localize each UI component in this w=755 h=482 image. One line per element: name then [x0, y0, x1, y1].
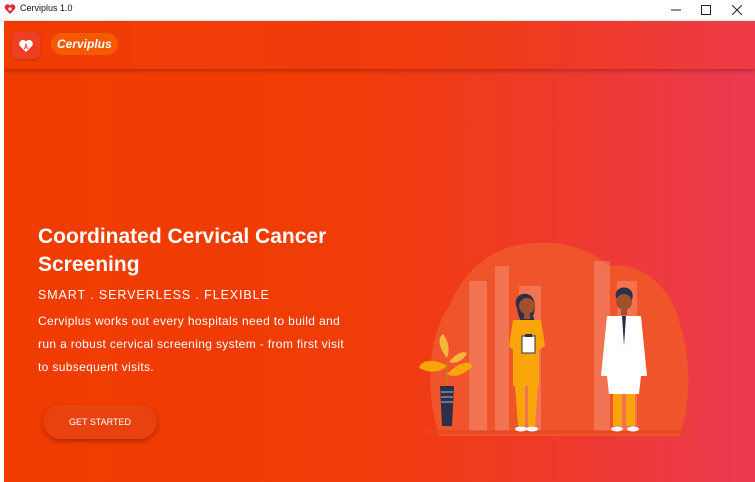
medical-staff-illustration — [419, 242, 694, 436]
close-button[interactable] — [719, 0, 755, 20]
get-started-button[interactable]: GET STARTED — [43, 405, 157, 439]
app-window: Cerviplus Coordinated Cervical Cancer Sc… — [4, 21, 755, 482]
window-titlebar: Cerviplus 1.0 — [0, 0, 755, 21]
brand-name[interactable]: Cerviplus — [51, 33, 118, 55]
logo-button[interactable] — [12, 32, 40, 59]
hero-title: Coordinated Cervical Cancer Screening — [38, 225, 327, 276]
hero-description: Cerviplus works out every hospitals need… — [38, 314, 345, 374]
minimize-icon — [671, 9, 681, 11]
heart-ribbon-icon — [19, 39, 33, 52]
close-icon — [732, 5, 742, 15]
window-title: Cerviplus 1.0 — [20, 3, 73, 13]
app-header: Cerviplus — [4, 21, 755, 69]
app-heart-icon — [4, 4, 16, 14]
maximize-icon — [701, 5, 711, 15]
hero-tagline: SMART . SERVERLESS . FLEXIBLE — [38, 288, 270, 302]
